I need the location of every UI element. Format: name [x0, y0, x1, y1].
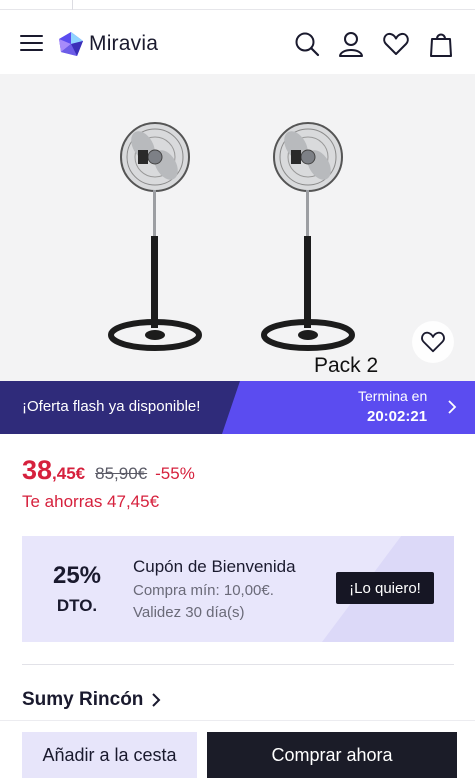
favorite-button[interactable]	[412, 321, 454, 363]
add-to-cart-button[interactable]: Añadir a la cesta	[22, 732, 197, 778]
original-price: 85,90€	[95, 464, 148, 483]
logo-text: Miravia	[89, 32, 159, 55]
chevron-right-icon	[152, 693, 161, 707]
flash-sale-left: ¡Oferta flash ya disponible!	[0, 381, 240, 434]
buy-now-button[interactable]: Comprar ahora	[207, 732, 457, 778]
chevron-right-icon	[448, 400, 457, 414]
price-row: 38 ,45€ 85,90€ -55%	[22, 455, 195, 486]
flash-sale-countdown[interactable]: Termina en 20:02:21	[222, 381, 475, 434]
countdown-timer: 20:02:21	[367, 408, 428, 425]
savings-text: Te ahorras 47,45€	[22, 492, 160, 511]
menu-icon[interactable]	[20, 34, 43, 52]
coupon-min-purchase: Compra mín: 10,00€.	[133, 582, 274, 599]
bottom-action-bar: Añadir a la cesta Comprar ahora	[0, 720, 475, 778]
ends-label: Termina en	[358, 388, 428, 404]
coupon-percent: 25%	[52, 562, 102, 589]
heart-icon[interactable]	[382, 30, 410, 58]
tab-notch	[72, 0, 73, 10]
claim-coupon-button[interactable]: ¡Lo quiero!	[336, 572, 434, 604]
flash-sale-label: ¡Oferta flash ya disponible!	[22, 398, 201, 415]
coupon-unit: DTO.	[56, 596, 98, 615]
store-name: Sumy Rincón	[22, 689, 144, 710]
logo[interactable]: Miravia	[57, 28, 158, 60]
pack-label: Pack 2	[314, 354, 379, 377]
top-strip	[0, 0, 475, 10]
divider	[22, 664, 454, 665]
price-integer: 38	[22, 455, 53, 485]
bag-icon[interactable]	[427, 30, 455, 58]
heart-icon	[421, 331, 445, 353]
search-icon[interactable]	[293, 30, 321, 58]
welcome-coupon: 25% DTO. Cupón de Bienvenida Compra mín:…	[22, 536, 454, 642]
flash-sale-banner[interactable]: ¡Oferta flash ya disponible! Termina en …	[0, 381, 475, 434]
coupon-title: Cupón de Bienvenida	[133, 557, 296, 576]
coupon-validity: Validez 30 día(s)	[133, 604, 245, 621]
store-link[interactable]: Sumy Rincón	[22, 689, 163, 711]
miravia-logo-icon	[59, 32, 83, 56]
product-gallery[interactable]: Pack 2	[0, 74, 475, 382]
discount-percent: -55%	[155, 464, 195, 483]
header: Miravia	[0, 14, 475, 74]
price-decimal: ,45€	[52, 464, 86, 483]
user-icon[interactable]	[337, 30, 365, 58]
